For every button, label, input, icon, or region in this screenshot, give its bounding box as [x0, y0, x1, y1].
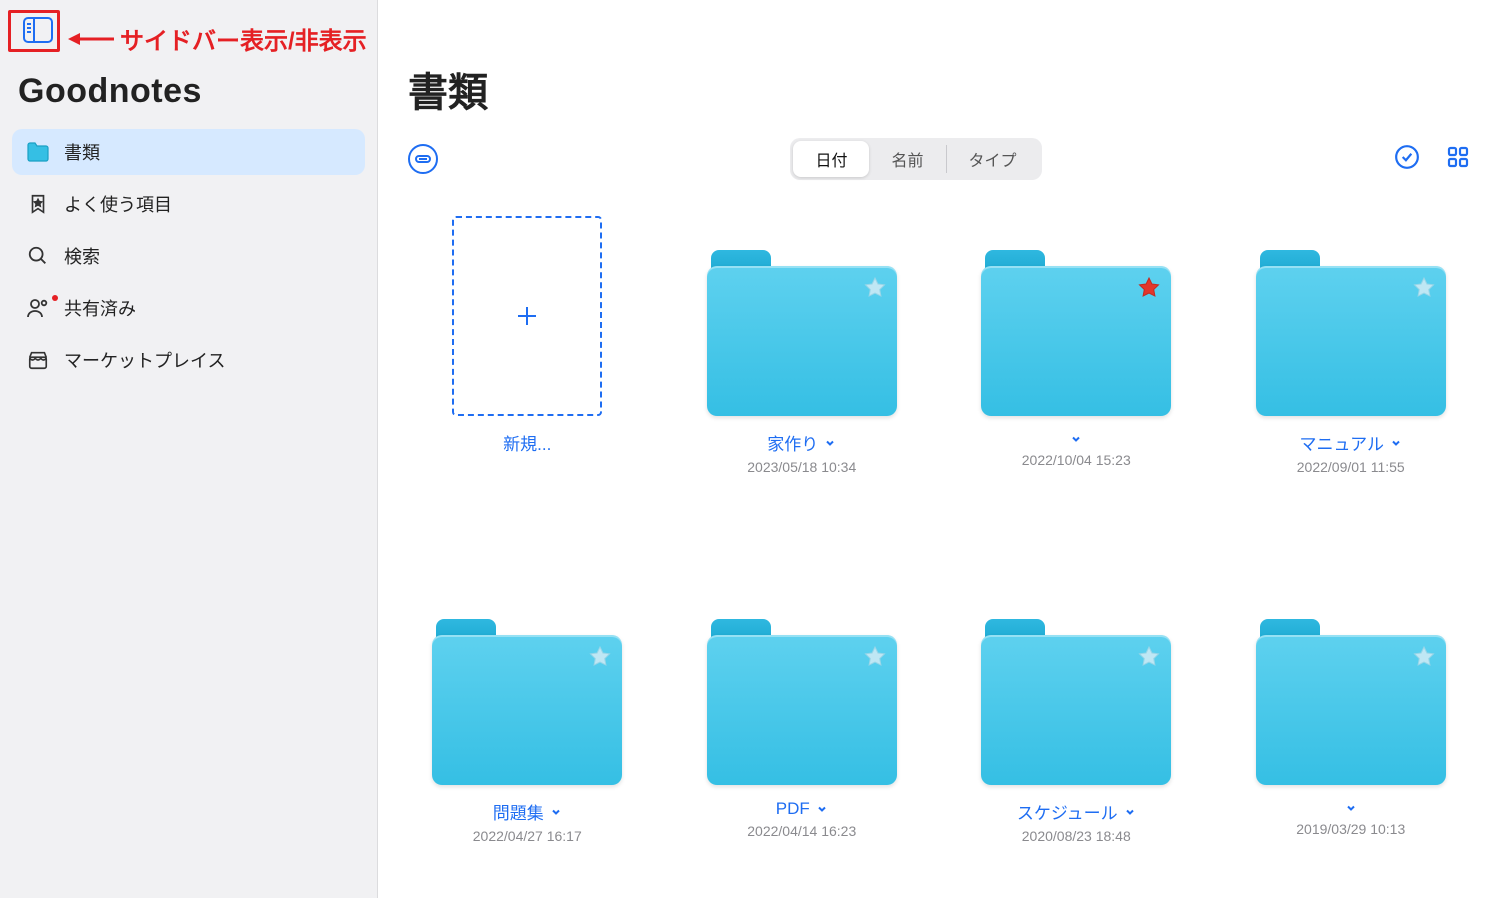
- folder-name: 問題集: [493, 799, 544, 824]
- new-document-cell: 新規...: [420, 216, 635, 475]
- people-icon: [26, 297, 50, 319]
- store-icon: [26, 349, 50, 371]
- folder-cell: PDF 2022/04/14 16:23: [695, 585, 910, 844]
- folder-name: スケジュール: [1017, 799, 1118, 824]
- folder-cell: 2022/10/04 15:23: [969, 216, 1184, 475]
- favorite-star-icon[interactable]: [863, 276, 887, 300]
- sidebar-item-shared[interactable]: 共有済み: [12, 285, 365, 331]
- folder-icon[interactable]: [981, 635, 1171, 785]
- folder-icon[interactable]: [707, 266, 897, 416]
- folder-date: 2022/10/04 15:23: [1022, 452, 1131, 468]
- folder-title[interactable]: PDF: [776, 799, 828, 819]
- folder-icon[interactable]: [432, 635, 622, 785]
- folder-title[interactable]: [1345, 799, 1357, 817]
- sort-option-type[interactable]: タイプ: [947, 141, 1039, 177]
- sidebar-item-search[interactable]: 検索: [12, 233, 365, 279]
- folder-cell: 問題集 2022/04/27 16:17: [420, 585, 635, 844]
- sort-option-name[interactable]: 名前: [869, 141, 945, 177]
- new-document-label[interactable]: 新規...: [503, 430, 551, 455]
- folder-icon[interactable]: [707, 635, 897, 785]
- favorite-star-icon[interactable]: [1137, 276, 1161, 300]
- sidebar: Goodnotes 書類 よく使う項目 検索: [0, 0, 378, 898]
- folder-title[interactable]: [1070, 430, 1082, 448]
- folder-cell: 2019/03/29 10:13: [1244, 585, 1459, 844]
- search-icon: [26, 245, 50, 267]
- sort-option-date[interactable]: 日付: [793, 141, 869, 177]
- sidebar-item-favorites[interactable]: よく使う項目: [12, 181, 365, 227]
- quick-note-icon[interactable]: [408, 144, 438, 174]
- sidebar-item-marketplace[interactable]: マーケットプレイス: [12, 337, 365, 383]
- folder-title[interactable]: スケジュール: [1017, 799, 1136, 824]
- bookmark-star-icon: [26, 193, 50, 215]
- folder-name: PDF: [776, 799, 810, 819]
- folder-icon[interactable]: [1256, 635, 1446, 785]
- folder-title[interactable]: 問題集: [493, 799, 562, 824]
- sidebar-item-label: 共有済み: [64, 295, 136, 321]
- folder-cell: マニュアル 2022/09/01 11:55: [1244, 216, 1459, 475]
- folder-name: 家作り: [767, 430, 818, 455]
- folder-date: 2019/03/29 10:13: [1296, 821, 1405, 837]
- sort-segmented-control[interactable]: 日付 名前 タイプ: [790, 138, 1041, 180]
- new-document-button[interactable]: [452, 216, 602, 416]
- folder-date: 2022/09/01 11:55: [1297, 459, 1405, 475]
- sidebar-item-label: 検索: [64, 243, 100, 269]
- favorite-star-icon[interactable]: [588, 645, 612, 669]
- sidebar-nav: 書類 よく使う項目 検索 共有済み: [12, 129, 365, 383]
- folder-title[interactable]: マニュアル: [1300, 430, 1403, 455]
- folder-date: 2022/04/27 16:17: [473, 828, 582, 844]
- folder-icon[interactable]: [981, 266, 1171, 416]
- favorite-star-icon[interactable]: [1137, 645, 1161, 669]
- sidebar-item-label: 書類: [64, 139, 100, 165]
- favorite-star-icon[interactable]: [1412, 276, 1436, 300]
- folder-icon: [26, 141, 50, 163]
- view-grid-icon[interactable]: [1446, 145, 1470, 174]
- folder-icon[interactable]: [1256, 266, 1446, 416]
- folder-date: 2022/04/14 16:23: [747, 823, 856, 839]
- documents-grid: 新規... 家作り 2023/05/18 10:34 2022/10/04 15…: [408, 216, 1470, 844]
- brand-title: Goodnotes: [18, 72, 361, 111]
- select-mode-icon[interactable]: [1394, 144, 1420, 175]
- folder-cell: スケジュール 2020/08/23 18:48: [969, 585, 1184, 844]
- favorite-star-icon[interactable]: [863, 645, 887, 669]
- page-title: 書類: [408, 60, 1470, 118]
- folder-name: マニュアル: [1300, 430, 1385, 455]
- main-content: 書類 日付 名前 タイプ: [378, 0, 1500, 898]
- folder-date: 2023/05/18 10:34: [747, 459, 856, 475]
- folder-date: 2020/08/23 18:48: [1022, 828, 1131, 844]
- favorite-star-icon[interactable]: [1412, 645, 1436, 669]
- folder-cell: 家作り 2023/05/18 10:34: [695, 216, 910, 475]
- notification-dot: [52, 295, 58, 301]
- sidebar-item-label: よく使う項目: [64, 191, 172, 217]
- sidebar-item-label: マーケットプレイス: [64, 347, 225, 373]
- folder-title[interactable]: 家作り: [767, 430, 836, 455]
- sidebar-item-documents[interactable]: 書類: [12, 129, 365, 175]
